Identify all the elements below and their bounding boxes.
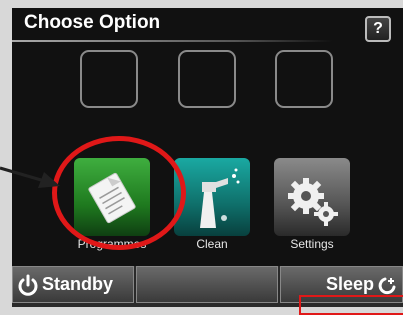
help-button[interactable]: ?	[365, 16, 391, 42]
page-title: Choose Option	[24, 12, 161, 33]
option-label: Settings	[290, 237, 334, 251]
sleep-icon	[378, 277, 396, 294]
highlight-box	[299, 295, 403, 315]
sleep-label: Sleep	[325, 274, 374, 294]
option-label: Clean	[196, 237, 228, 251]
power-icon	[18, 274, 38, 296]
standby-label: Standby	[42, 274, 114, 294]
empty-slot[interactable]	[80, 50, 138, 108]
empty-slot[interactable]	[178, 50, 236, 108]
standby-button[interactable]: Standby	[12, 266, 134, 303]
blank-button[interactable]	[136, 266, 278, 303]
empty-slot[interactable]	[275, 50, 333, 108]
option-clean[interactable]: Clean	[174, 158, 250, 258]
header-divider	[12, 40, 332, 42]
highlight-circle	[52, 136, 186, 250]
option-settings[interactable]: Settings	[274, 158, 350, 258]
settings-tile[interactable]	[274, 158, 350, 236]
pointer-arrow-icon	[0, 166, 60, 188]
gears-icon	[288, 178, 338, 226]
